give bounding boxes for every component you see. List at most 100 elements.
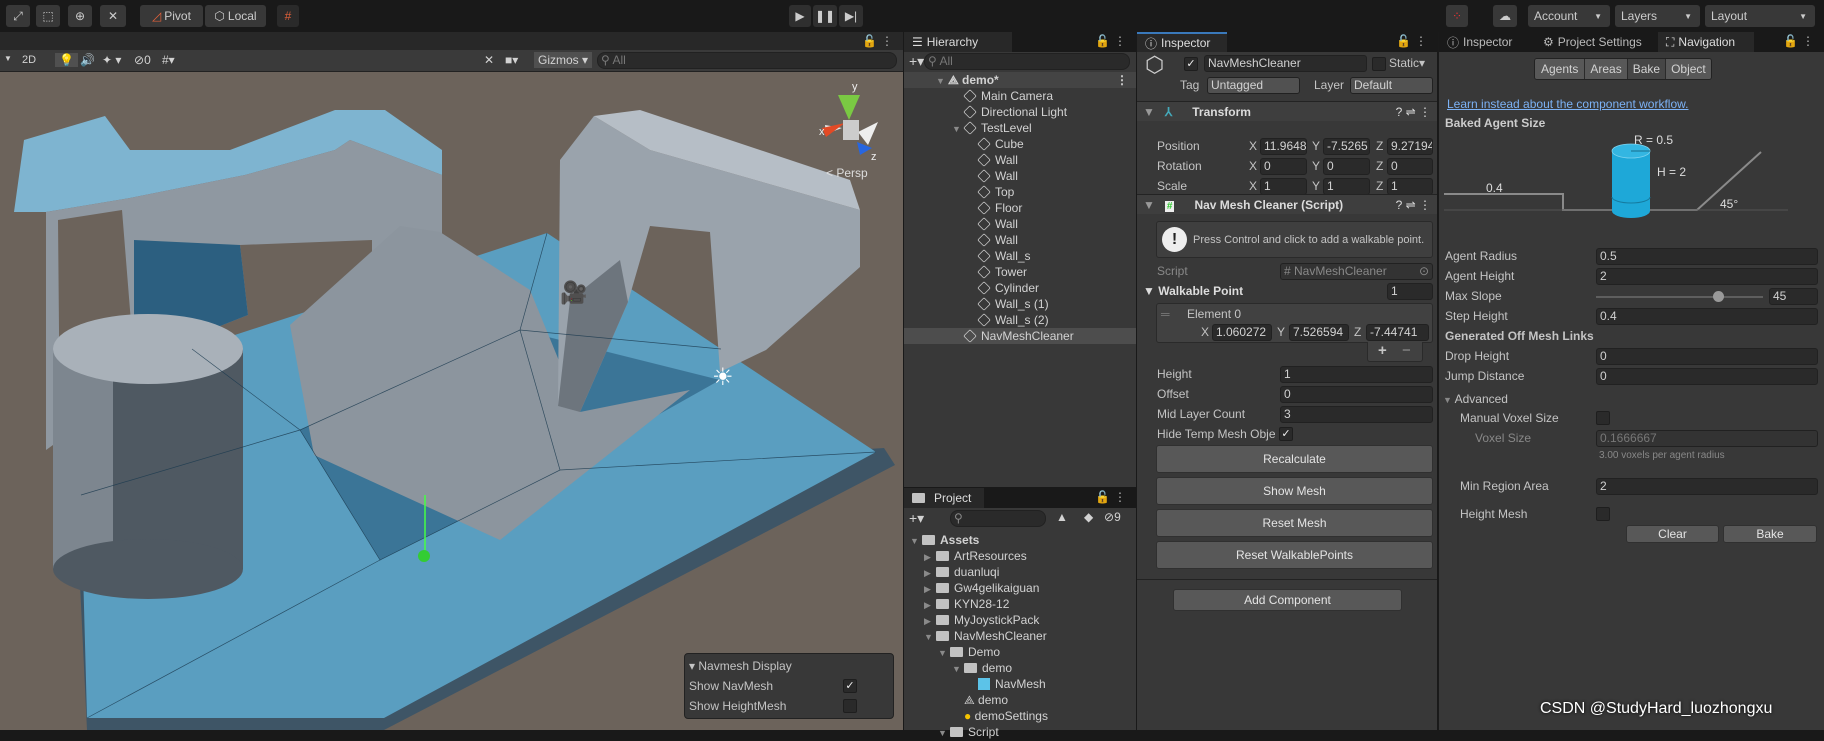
position-y[interactable]: -7.5265 [1323, 138, 1370, 155]
hierarchy-item[interactable]: Wall_s (2) [904, 312, 1136, 328]
agent-radius-input[interactable]: 0.5 [1596, 248, 1818, 265]
project-item[interactable]: ▼ demo [904, 660, 1136, 676]
static-checkbox[interactable] [1372, 57, 1386, 71]
slider-thumb[interactable] [1712, 291, 1724, 302]
draw-mode-dropdown[interactable]: ▼ [4, 54, 12, 63]
pause-button[interactable]: ❚❚ [813, 5, 837, 27]
transform-header[interactable]: ▼ ⅄ Transform? ⇌ ⋮ [1137, 101, 1437, 121]
hierarchy-item[interactable]: Floor [904, 200, 1136, 216]
hierarchy-scene-row[interactable]: ▼ ⟁ demo* ⋮ [904, 72, 1136, 88]
project-item[interactable]: ▶ ArtResources [904, 548, 1136, 564]
hierarchy-item[interactable]: Wall [904, 216, 1136, 232]
tab-navigation[interactable]: ⛶ Navigation [1658, 32, 1754, 52]
add-component-button[interactable]: Add Component [1173, 589, 1402, 611]
min-region-area-input[interactable]: 2 [1596, 478, 1818, 495]
drag-handle-icon[interactable]: ═ [1161, 306, 1170, 322]
hierarchy-item[interactable]: Tower [904, 264, 1136, 280]
lock-icon[interactable]: 🔓⋮ [1783, 34, 1818, 48]
hidden-objects-icon[interactable]: ⊘0 [134, 53, 151, 67]
height-input[interactable]: 1 [1280, 366, 1433, 383]
hierarchy-item[interactable]: Cube [904, 136, 1136, 152]
max-slope-slider[interactable] [1596, 291, 1763, 302]
scene-viewport[interactable]: 🎥 ☀ y x z < Persp [0, 72, 903, 730]
project-item[interactable]: ● demoSettings [904, 708, 1136, 724]
tab-hierarchy[interactable]: ☰ Hierarchy [904, 32, 1012, 52]
lock-icon[interactable]: 🔓⋮ [1396, 34, 1431, 48]
project-item[interactable]: ▶ KYN28-12 [904, 596, 1136, 612]
bake-button[interactable]: Bake [1723, 525, 1817, 543]
tools-icon[interactable]: ✕ [484, 53, 494, 67]
play-button[interactable]: ▶ [789, 5, 811, 27]
scale-y[interactable]: 1 [1323, 178, 1370, 195]
tab-inspector[interactable]: ⓘ Inspector [1439, 32, 1534, 52]
camera-dropdown[interactable]: ■▾ [505, 53, 518, 67]
persp-label[interactable]: < Persp [826, 166, 868, 180]
script-reference-field[interactable]: # NavMeshCleaner ⊙ [1280, 263, 1433, 280]
subtab-agents[interactable]: Agents [1535, 59, 1586, 79]
walkable-point-foldout[interactable]: ▼ Walkable Point [1143, 283, 1243, 299]
walkable-point-marker[interactable] [418, 550, 430, 562]
element-z[interactable]: -7.44741 [1366, 324, 1429, 341]
subtab-object[interactable]: Object [1666, 59, 1711, 79]
element-x[interactable]: 1.060272 [1212, 324, 1272, 341]
hierarchy-item[interactable]: Wall [904, 168, 1136, 184]
layer-dropdown[interactable]: Default [1350, 77, 1433, 94]
walkable-point-size[interactable]: 1 [1387, 283, 1433, 300]
hierarchy-item[interactable]: Wall [904, 152, 1136, 168]
remove-element-button[interactable]: − [1402, 343, 1411, 359]
project-item[interactable]: ▶ MyJoystickPack [904, 612, 1136, 628]
hierarchy-item[interactable]: Main Camera [904, 88, 1136, 104]
component-menu-icons[interactable]: ? ⇌ ⋮ [1396, 195, 1431, 215]
object-name-input[interactable]: NavMeshCleaner [1204, 55, 1367, 72]
scale-z[interactable]: 1 [1387, 178, 1433, 195]
advanced-foldout[interactable]: ▼ Advanced [1443, 391, 1508, 408]
move-tool-button[interactable]: ⤢ [6, 5, 30, 27]
project-item[interactable]: ▼ Assets [904, 532, 1136, 548]
tab-inspector[interactable]: ⓘ Inspector [1137, 32, 1227, 52]
tab-project[interactable]: Project [904, 488, 984, 508]
show-mesh-button[interactable]: Show Mesh [1156, 477, 1433, 505]
project-item[interactable]: NavMesh [904, 676, 1136, 692]
transform-tool-button[interactable]: ⊕ [68, 5, 92, 27]
tag-dropdown[interactable]: Untagged [1207, 77, 1300, 94]
custom-tool-button[interactable]: ✕ [100, 5, 126, 27]
scale-x[interactable]: 1 [1260, 178, 1307, 195]
reset-walkable-points-button[interactable]: Reset WalkablePoints [1156, 541, 1433, 569]
layers-dropdown[interactable]: Layers [1615, 5, 1700, 27]
component-workflow-link[interactable]: Learn instead about the component workfl… [1447, 96, 1689, 112]
element-y[interactable]: 7.526594 [1289, 324, 1349, 341]
hierarchy-item[interactable]: Top [904, 184, 1136, 200]
cloud-button[interactable]: ☁ [1493, 5, 1517, 27]
manual-voxel-size-checkbox[interactable] [1596, 411, 1610, 425]
position-z[interactable]: 9.27194 [1387, 138, 1433, 155]
rect-tool-button[interactable]: ⬚ [36, 5, 60, 27]
effects-toggle-icon[interactable]: ✦ ▾ [102, 53, 121, 67]
hierarchy-item-selected[interactable]: NavMeshCleaner [904, 328, 1136, 344]
max-slope-input[interactable]: 45 [1769, 288, 1818, 305]
grid-snap-button[interactable]: # [277, 5, 299, 27]
lock-icon[interactable]: 🔓⋮ [862, 34, 897, 48]
tab-project-settings[interactable]: ⚙ Project Settings [1535, 32, 1657, 52]
hierarchy-search-input[interactable]: ⚲ All [924, 53, 1130, 70]
lock-icon[interactable]: 🔓⋮ [1095, 34, 1130, 48]
subtab-bake[interactable]: Bake [1627, 59, 1667, 79]
project-item[interactable]: ▶ duanluqi [904, 564, 1136, 580]
project-search-input[interactable]: ⚲ [950, 510, 1046, 527]
create-button[interactable]: +▾ [909, 53, 924, 70]
drop-height-input[interactable]: 0 [1596, 348, 1818, 365]
step-height-input[interactable]: 0.4 [1596, 308, 1818, 325]
2d-toggle[interactable]: 2D [22, 54, 36, 66]
hidden-packages-icon[interactable]: ⊘9 [1104, 510, 1121, 524]
clear-button[interactable]: Clear [1626, 525, 1719, 543]
project-item[interactable]: ▼ NavMeshCleaner [904, 628, 1136, 644]
filter-label-icon[interactable]: ◆ [1084, 510, 1093, 524]
project-item[interactable]: ⟁ demo [904, 692, 1136, 708]
rotation-y[interactable]: 0 [1323, 158, 1370, 175]
pivot-button[interactable]: ◿ Pivot [140, 5, 203, 27]
layout-dropdown[interactable]: Layout [1705, 5, 1815, 27]
hide-temp-mesh-checkbox[interactable]: ✓ [1279, 427, 1293, 441]
hierarchy-item[interactable]: ▼ TestLevel [904, 120, 1136, 136]
navmesh-display-title[interactable]: ▾ Navmesh Display [689, 658, 792, 674]
step-button[interactable]: ▶| [839, 5, 863, 27]
show-navmesh-checkbox[interactable]: ✓ [843, 679, 857, 693]
